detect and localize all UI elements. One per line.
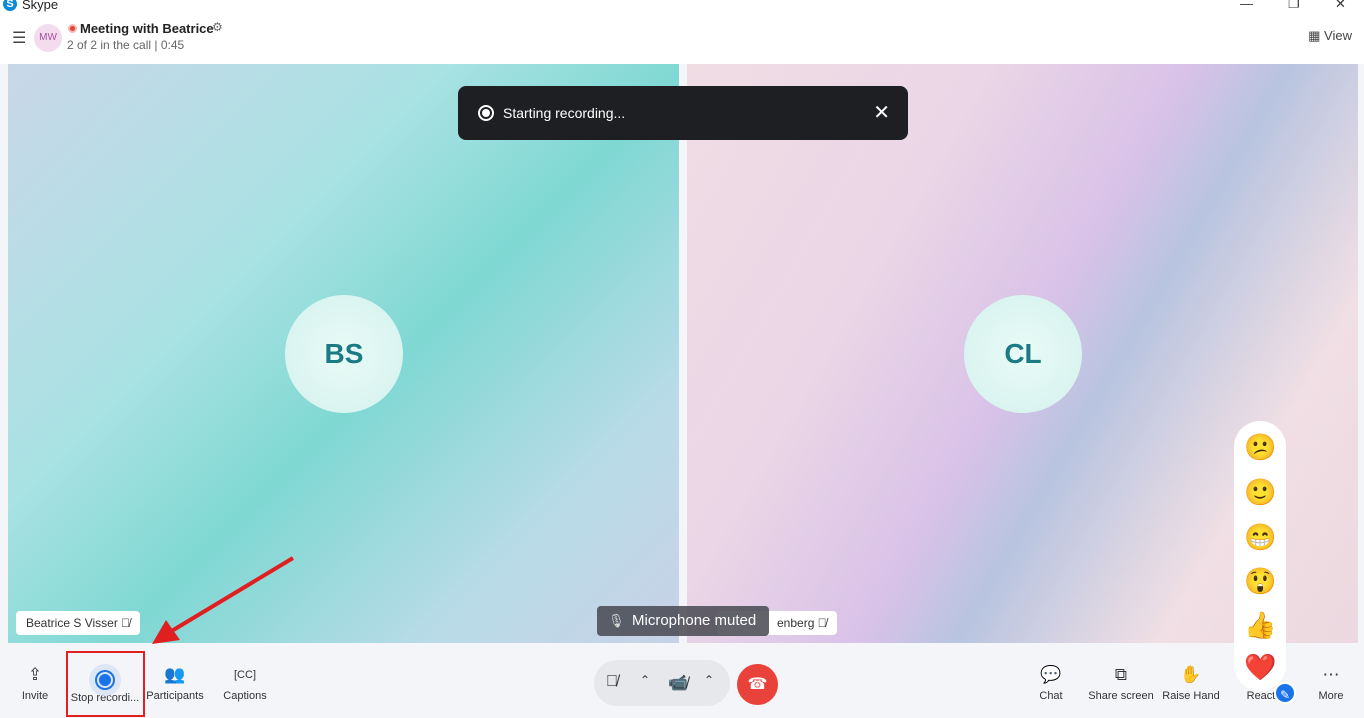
view-button[interactable]: ▦ View <box>1308 28 1352 44</box>
mic-muted-icon: 🎙̸ <box>121 616 131 630</box>
captions-icon: [CC] <box>234 669 256 681</box>
raise-hand-button[interactable]: ✋ Raise Hand <box>1151 660 1231 702</box>
participant-avatar: BS <box>285 295 403 413</box>
share-screen-label: Share screen <box>1088 690 1154 702</box>
chat-button[interactable]: 💬 Chat <box>1011 660 1091 702</box>
reaction-smile[interactable]: 🙂 <box>1244 476 1276 508</box>
camera-options-chevron-icon[interactable]: ⌃ <box>704 673 714 687</box>
share-screen-button[interactable]: ⧉ Share screen <box>1081 660 1161 702</box>
avatar[interactable]: MW <box>34 24 62 52</box>
recording-indicator-icon <box>68 24 77 33</box>
highlight-box <box>66 651 145 717</box>
more-button[interactable]: ⋯ More <box>1291 660 1364 702</box>
pencil-icon[interactable]: ✎ <box>1274 682 1296 704</box>
reaction-surprised[interactable]: 😲 <box>1244 565 1276 597</box>
more-label: More <box>1318 690 1344 702</box>
app-title: Skype <box>22 0 59 12</box>
grid-icon: ▦ <box>1308 28 1321 43</box>
toast-text: Starting recording... <box>503 105 626 121</box>
title-bar: S Skype — ❐ ✕ <box>0 0 1364 14</box>
close-button[interactable]: ✕ <box>1335 0 1346 12</box>
minimize-button[interactable]: — <box>1240 0 1253 11</box>
captions-button[interactable]: [CC] Captions <box>205 660 285 702</box>
meeting-title: Meeting with Beatrice <box>80 21 214 36</box>
raise-hand-label: Raise Hand <box>1162 690 1220 702</box>
react-label: React <box>1246 690 1276 702</box>
share-screen-icon: ⧉ <box>1114 665 1128 684</box>
mic-muted-text: Microphone muted <box>632 612 757 629</box>
mic-off-icon: 🎙 <box>608 613 625 628</box>
chat-label: Chat <box>1039 690 1063 702</box>
people-icon: 👥 <box>164 665 186 684</box>
av-controls: 🎙̸ ⌃ 📹̸ ⌃ <box>594 660 730 706</box>
view-label: View <box>1324 28 1352 43</box>
record-icon <box>478 105 494 121</box>
participants-label: Participants <box>146 690 204 702</box>
reaction-confused[interactable]: 😕 <box>1244 431 1276 463</box>
reaction-heart[interactable]: ❤️ <box>1244 651 1276 683</box>
skype-logo: S <box>3 0 17 11</box>
reaction-picker: 😕 🙂 😁 😲 👍 ❤️ <box>1234 421 1286 691</box>
participant-name: enberg <box>777 616 815 630</box>
reaction-thumbs-up[interactable]: 👍 <box>1244 609 1276 641</box>
participant-tile: BS Beatrice S Visser 🎙̸ <box>8 64 679 643</box>
maximize-button[interactable]: ❐ <box>1288 0 1300 12</box>
call-status: 2 of 2 in the call | 0:45 <box>67 38 185 52</box>
close-toast-button[interactable]: ✕ <box>873 100 890 125</box>
call-header: ☰ MW Meeting with Beatrice ⚙ 2 of 2 in t… <box>0 14 1364 64</box>
camera-toggle-button[interactable]: 📹̸ <box>668 673 688 693</box>
mic-muted-icon: 🎙̸ <box>817 616 827 630</box>
captions-label: Captions <box>223 690 267 702</box>
mic-options-chevron-icon[interactable]: ⌃ <box>640 673 650 687</box>
invite-button[interactable]: ⇪ Invite <box>0 660 75 702</box>
hang-up-button[interactable]: ☎ <box>737 664 778 705</box>
mic-toggle-button[interactable]: 🎙̸ <box>606 673 618 691</box>
microphone-muted-toast: 🎙 Microphone muted <box>597 606 769 636</box>
invite-label: Invite <box>21 690 49 702</box>
participant-name-tag: Beatrice S Visser 🎙̸ <box>16 611 141 635</box>
participants-button[interactable]: 👥 Participants <box>135 660 215 702</box>
more-icon: ⋯ <box>1322 665 1340 684</box>
reaction-laugh[interactable]: 😁 <box>1244 521 1276 553</box>
participant-name: Beatrice S Visser <box>26 616 118 630</box>
recording-toast: Starting recording... ✕ <box>458 86 908 140</box>
share-icon: ⇪ <box>27 665 43 684</box>
hand-icon: ✋ <box>1180 665 1202 684</box>
chat-icon: 💬 <box>1040 665 1062 684</box>
participant-avatar: CL <box>964 295 1082 413</box>
gear-icon[interactable]: ⚙ <box>212 20 223 34</box>
menu-icon[interactable]: ☰ <box>12 28 26 48</box>
